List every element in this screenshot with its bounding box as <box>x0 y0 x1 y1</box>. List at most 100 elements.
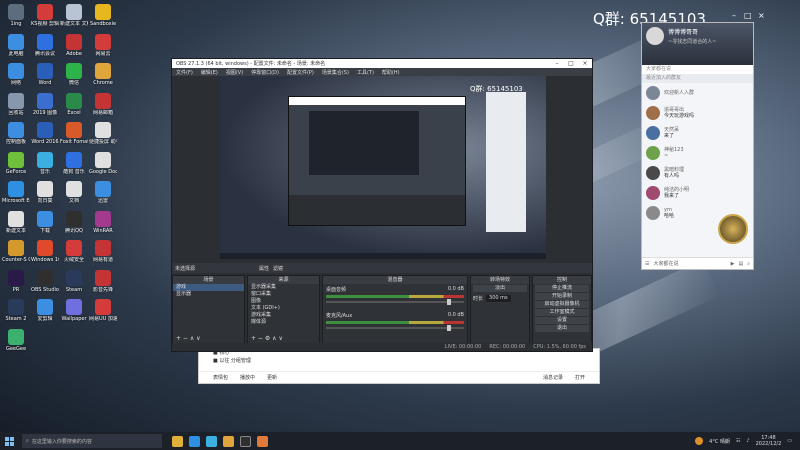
source-item[interactable]: 文本 (GDI+) <box>248 305 319 312</box>
desktop-icon[interactable]: 音乐 <box>31 151 59 175</box>
desktop-icon[interactable]: 新建文本 <box>2 210 30 234</box>
desktop-icon[interactable]: Microsoft Edge <box>2 181 30 204</box>
desktop-icon[interactable]: 此电脑 <box>2 33 30 57</box>
file-explorer-icon[interactable] <box>172 435 183 447</box>
obs-preview[interactable]: Q群: 65145103 <box>220 76 546 259</box>
source-item[interactable]: 显示器采集 <box>248 284 319 291</box>
desktop-icon[interactable]: WinRAR <box>89 210 117 234</box>
qq-tool[interactable]: 消息记录 <box>543 374 563 381</box>
volume-slider[interactable] <box>326 325 464 331</box>
chat-message[interactable]: 纯洁的小明 我来了 <box>642 183 753 203</box>
obs-icon[interactable] <box>240 435 251 447</box>
desktop-icon[interactable]: OBS Studio <box>31 269 59 293</box>
chat-input-hint[interactable]: 大家都在说 <box>642 65 753 74</box>
clock[interactable]: 17:48 2022/12/2 <box>756 435 782 447</box>
volume-icon[interactable]: ♪ <box>746 438 749 444</box>
desktop-icon[interactable]: Wallpaper <box>60 299 88 322</box>
desktop-icon[interactable]: Foxit Fomate <box>60 122 88 145</box>
avatar[interactable] <box>646 27 664 45</box>
group-avatar[interactable] <box>718 214 748 244</box>
desktop-icon[interactable]: Adobe <box>60 33 88 57</box>
virtual-camera-button[interactable]: 启动虚拟摄像机 <box>535 301 589 308</box>
desktop-icon[interactable]: GeForce <box>2 151 30 175</box>
desktop-icon[interactable]: 网易有道 <box>89 240 117 263</box>
minimize-icon[interactable]: – <box>550 60 564 67</box>
avatar[interactable] <box>646 126 660 140</box>
desktop-icon[interactable]: GeeGee <box>2 328 30 352</box>
qq-tool[interactable]: 打开 <box>575 374 585 381</box>
desktop-icon[interactable]: 酷狗 音乐 <box>60 151 88 175</box>
desktop-icon[interactable]: KS视频 剪辑 <box>31 4 59 27</box>
avatar[interactable] <box>646 146 660 160</box>
desktop-icon[interactable]: Excel <box>60 92 88 116</box>
qq-tool[interactable]: 更新 <box>267 374 277 381</box>
edge-icon[interactable] <box>189 435 200 447</box>
desktop-icon[interactable]: 网络 <box>2 63 30 86</box>
network-icon[interactable]: ☷ <box>736 438 740 444</box>
source-item[interactable]: 图像 <box>248 298 319 305</box>
app-icon[interactable] <box>257 435 268 447</box>
exit-button[interactable]: 退出 <box>535 325 589 332</box>
properties-button[interactable]: 属性 <box>259 265 269 272</box>
menu-item[interactable]: 视图(V) <box>226 69 243 76</box>
desktop-icon[interactable]: 腾讯会议 <box>31 33 59 57</box>
desktop-icon[interactable]: 网易UU 加速器 <box>89 299 117 322</box>
chrome-icon[interactable] <box>223 435 234 447</box>
close-icon[interactable]: × <box>578 60 592 67</box>
source-item[interactable]: 游戏采集 <box>248 312 319 319</box>
desktop-icon[interactable]: Counter-S Global Off <box>2 240 30 263</box>
chat-footer-text[interactable]: 大家都在说 <box>653 260 678 267</box>
desktop-icon[interactable]: 向日葵 <box>31 181 59 204</box>
desktop-icon[interactable]: 微信 <box>60 63 88 86</box>
desktop-icon[interactable]: Sandboxie <box>89 4 117 27</box>
desktop-icon[interactable]: 2019 图像 <box>31 92 59 116</box>
notification-icon[interactable]: ▭ <box>787 438 792 444</box>
stop-stream-button[interactable]: 停止推流 <box>535 285 589 292</box>
qq-row[interactable]: ■ 以往 分组管理 <box>199 357 599 365</box>
search-icon[interactable]: ⌕ <box>747 261 750 267</box>
desktop-icon[interactable]: Word <box>31 63 59 86</box>
desktop-icon[interactable]: Steam <box>60 269 88 293</box>
maximize-icon[interactable]: □ <box>564 60 578 67</box>
desktop-icon[interactable]: Chrome <box>89 63 117 86</box>
desktop-icon[interactable]: 网易云 <box>89 33 117 57</box>
qq-tool[interactable]: 表情包 <box>213 374 228 381</box>
chat-message[interactable]: 追哥哥出 今天玩游戏吗 <box>642 103 753 123</box>
desktop-icon[interactable]: 控制面板 <box>2 122 30 145</box>
desktop-icon[interactable]: 文档 <box>60 181 88 204</box>
avatar[interactable] <box>646 106 660 120</box>
desktop-icon[interactable]: 迅雷 <box>89 181 117 204</box>
desktop-icon[interactable]: 爱剪辑 <box>31 299 59 322</box>
start-button[interactable] <box>0 432 18 450</box>
desktop-icon[interactable]: PR <box>2 269 30 293</box>
desktop-icon[interactable]: Steam 2 <box>2 299 30 322</box>
menu-item[interactable]: 工具(T) <box>357 69 374 76</box>
volume-slider[interactable] <box>326 299 464 305</box>
desktop-icon[interactable]: 便捷投屏 助手 <box>89 122 117 145</box>
qq-tool[interactable]: 播放中 <box>240 374 255 381</box>
menu-item[interactable]: 文件(F) <box>176 69 193 76</box>
close-icon[interactable]: × <box>758 12 766 20</box>
menu-icon[interactable]: ☰ <box>645 261 649 267</box>
desktop-icon[interactable]: 火绒安全 <box>60 240 88 263</box>
start-record-button[interactable]: 开始录制 <box>535 293 589 300</box>
store-icon[interactable] <box>206 435 217 447</box>
desktop-icon[interactable]: 回收站 <box>2 92 30 116</box>
menu-item[interactable]: 编辑(E) <box>201 69 218 76</box>
duration-input[interactable]: 300 ms <box>486 295 511 302</box>
source-item[interactable]: 窗口采集 <box>248 291 319 298</box>
desktop-icon[interactable]: Windows 10 更新 <box>31 240 59 263</box>
menu-item[interactable]: 配置文件(P) <box>287 69 314 76</box>
chat-message[interactable]: 黑暗料理 有人吗 <box>642 163 753 183</box>
menu-item[interactable]: 停靠窗口(D) <box>251 69 279 76</box>
chat-message[interactable]: 欢迎新人入群 <box>642 83 753 103</box>
desktop-icon[interactable]: 新建文本 文档 <box>60 4 88 27</box>
source-add-icon[interactable]: + − ⚙ ∧ ∨ <box>251 335 283 342</box>
studio-mode-button[interactable]: 工作室模式 <box>535 309 589 316</box>
avatar[interactable] <box>646 86 660 100</box>
desktop-icon[interactable]: Google Dock <box>89 151 117 175</box>
chat-message[interactable]: 天然呆 来了 <box>642 123 753 143</box>
scene-item[interactable]: 显示器 <box>173 291 244 298</box>
source-item[interactable]: 媒体源 <box>248 319 319 326</box>
avatar[interactable] <box>646 186 660 200</box>
